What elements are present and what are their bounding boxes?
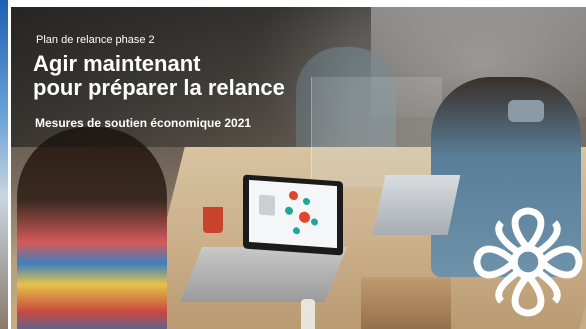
screen-node <box>259 194 275 216</box>
previous-slide-edge[interactable] <box>0 0 11 329</box>
screen-node <box>303 197 310 206</box>
screen-node <box>289 190 298 201</box>
screen-node <box>311 218 318 226</box>
montreal-rosette-logo-icon <box>473 207 583 317</box>
hero-banner[interactable]: Plan de relance phase 2 Agir maintenant … <box>11 7 586 329</box>
carousel-frame: Plan de relance phase 2 Agir maintenant … <box>0 0 586 329</box>
hero-title: Agir maintenant pour préparer la relance <box>33 52 285 100</box>
red-mug <box>203 207 223 233</box>
hero-subtitle: Mesures de soutien économique 2021 <box>35 116 252 130</box>
hero-title-line1: Agir maintenant <box>33 51 201 76</box>
laptop-display <box>249 179 337 249</box>
sanitizer-bottle <box>301 299 315 329</box>
laptop-screen <box>243 174 343 256</box>
person-left <box>17 127 167 329</box>
screen-node <box>293 227 300 235</box>
desk-organizer <box>361 277 451 329</box>
hero-eyebrow: Plan de relance phase 2 <box>36 34 155 46</box>
hero-title-line2: pour préparer la relance <box>33 75 285 100</box>
screen-node <box>285 206 293 215</box>
laptop-right <box>372 175 461 235</box>
laptop-keyboard <box>179 247 348 302</box>
screen-node <box>299 211 310 224</box>
face-mask <box>508 100 544 122</box>
